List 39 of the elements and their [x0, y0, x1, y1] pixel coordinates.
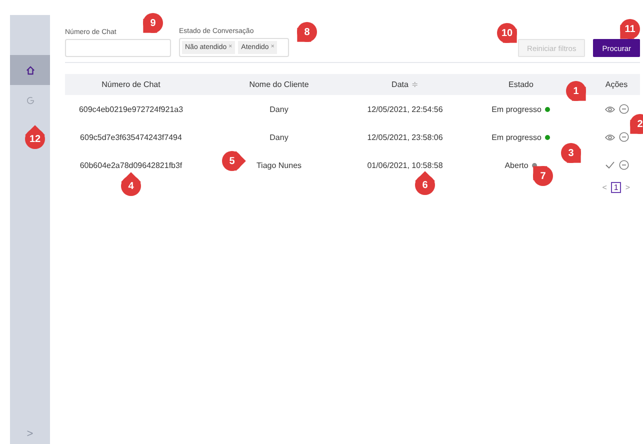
check-icon[interactable]: [604, 161, 614, 169]
column-header: Número de Chat: [65, 74, 197, 95]
page-button[interactable]: 1: [610, 182, 622, 193]
callout-marker: 1: [566, 81, 586, 101]
eye-icon[interactable]: [604, 134, 614, 140]
chat-number-field[interactable]: [65, 39, 171, 57]
table-cell: Dany: [270, 104, 288, 114]
collapse-button[interactable]: >: [10, 428, 50, 440]
table-cell: 12/05/2021, 23:58:06: [367, 132, 443, 142]
sidebar-item[interactable]: [10, 55, 50, 85]
callout-marker: 8: [297, 22, 317, 42]
column-header: Nome do Cliente: [197, 74, 361, 95]
callout-marker: 11: [620, 19, 640, 39]
column-header: Data ≑: [361, 74, 449, 95]
table-cell: Dany: [270, 132, 288, 142]
eye-icon[interactable]: [604, 106, 614, 112]
callout-marker: 2: [630, 114, 643, 134]
remove-icon[interactable]: [618, 132, 628, 142]
status-text: Aberto: [504, 160, 528, 170]
callout-marker: 7: [533, 166, 553, 186]
table-cell: 01/06/2021, 10:58:58: [367, 160, 443, 170]
table-cell: Tiago Nunes: [256, 160, 302, 170]
table-cell: 12/05/2021, 22:54:56: [367, 104, 443, 114]
table-cell: 609c5d7e3f635474243f7494: [80, 132, 182, 142]
table-cell: 609c4eb0219e972724f921a3: [78, 104, 184, 114]
next-page-button[interactable]: >: [625, 183, 630, 192]
callout-marker: 3: [561, 143, 581, 163]
table-cell: 60b604e2a78d09642821fb3f: [80, 160, 182, 170]
remove-icon[interactable]: [618, 160, 628, 170]
callout-marker: 10: [497, 23, 517, 43]
callout-marker: 9: [143, 13, 163, 33]
status-text: Em progresso: [492, 104, 542, 114]
column-header: Ações: [593, 74, 640, 95]
status-text: Em progresso: [492, 132, 542, 142]
previous-page-button[interactable]: <: [602, 183, 607, 192]
sort-icon[interactable]: ≑: [411, 80, 418, 89]
remove-icon[interactable]: [618, 104, 628, 114]
refresh-icon: [26, 96, 34, 104]
home-icon: [26, 66, 34, 74]
